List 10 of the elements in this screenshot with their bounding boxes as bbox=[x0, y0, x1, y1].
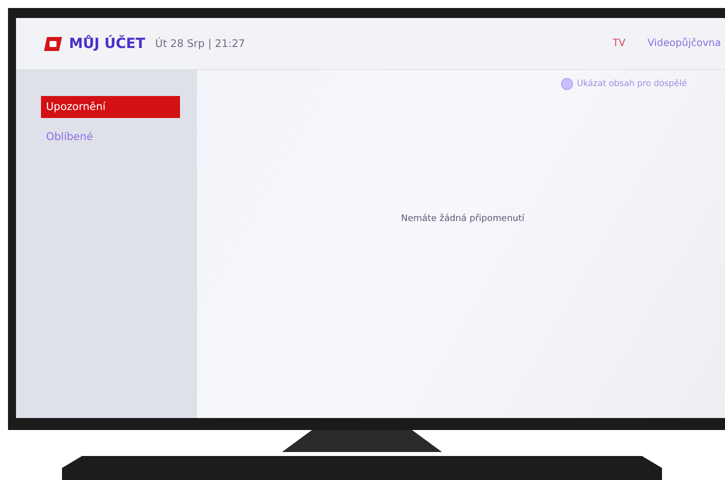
nav-tab[interactable]: TV bbox=[612, 38, 626, 49]
toggle-label: Ukázat obsah pro dospělé bbox=[576, 79, 687, 89]
date-time: Út 28 Srp | 21:27 bbox=[155, 38, 246, 50]
sidebar-item[interactable]: Oblíbené bbox=[41, 126, 180, 148]
sidebar-item[interactable]: Upozornění bbox=[41, 96, 180, 118]
toggle-knob[interactable] bbox=[560, 78, 573, 90]
nav-tab[interactable]: Videopůjčovna bbox=[648, 38, 721, 49]
empty-message: Nemáte žádná připomenutí bbox=[400, 214, 526, 224]
logo-text: MŮJ ÚČET bbox=[69, 36, 146, 52]
logo-icon bbox=[44, 36, 62, 50]
